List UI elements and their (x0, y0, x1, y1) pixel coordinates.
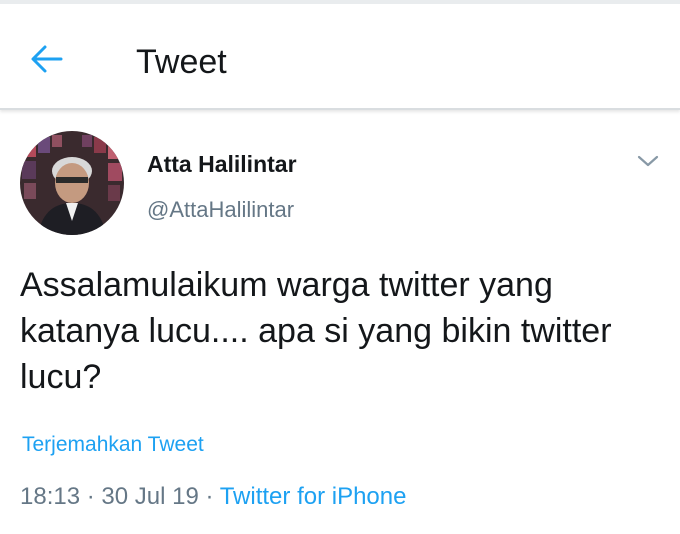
tweet-meta: 18:13 · 30 Jul 19 · Twitter for iPhone (20, 482, 406, 512)
tweet-source-link[interactable]: Twitter for iPhone (220, 483, 407, 510)
tweet-text: Assalamulaikum warga twitter yang katany… (20, 266, 612, 396)
author-handle[interactable]: @AttaHalilintar (147, 196, 294, 224)
avatar[interactable] (20, 131, 124, 235)
page-title: Tweet (136, 43, 227, 81)
more-options-button[interactable] (632, 148, 664, 174)
tweet-date: 30 Jul 19 (101, 483, 199, 510)
arrow-left-icon (31, 45, 63, 73)
meta-separator: · (205, 483, 214, 510)
chevron-down-icon (637, 155, 659, 167)
author-name[interactable]: Atta Halilintar (147, 150, 297, 178)
top-bar: Tweet (0, 0, 680, 110)
meta-separator: · (86, 483, 95, 510)
back-button[interactable] (26, 38, 68, 80)
translate-tweet-link[interactable]: Terjemahkan Tweet (22, 432, 204, 458)
tweet-time: 18:13 (20, 483, 81, 510)
